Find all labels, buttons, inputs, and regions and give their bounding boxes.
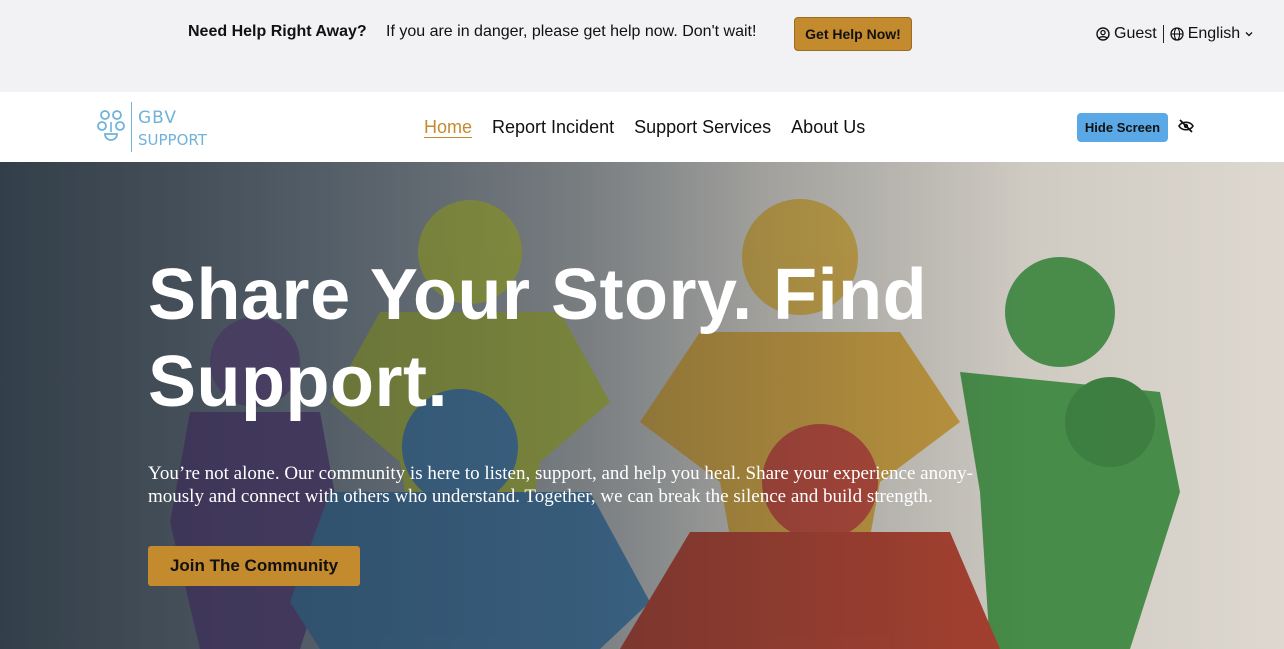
nav-item-support-services[interactable]: Support Services (634, 117, 771, 138)
language-label: English (1187, 25, 1241, 42)
user-circle-icon (1096, 27, 1110, 41)
nav-item-home[interactable]: Home (424, 117, 472, 138)
hero-title: Share Your Story. Find Support. (148, 255, 928, 422)
hands-heart-logo-icon (97, 108, 127, 153)
logo-divider (131, 102, 132, 152)
alert-text: If you are in danger, please get help no… (386, 23, 757, 40)
join-community-button[interactable]: Join The Community (148, 546, 360, 586)
eye-off-icon[interactable] (1178, 119, 1194, 138)
nav-item-report-incident[interactable]: Report Incident (492, 117, 614, 138)
user-menu: Guest English (1096, 25, 1254, 43)
user-menu-divider (1162, 25, 1164, 43)
main-navbar: GBV SUPPORT Home Report Incident Support… (0, 92, 1284, 162)
hero-section: Share Your Story. Find Support. You’re n… (0, 162, 1284, 649)
gbv-support-logo[interactable]: GBV SUPPORT (97, 102, 207, 152)
get-help-now-button[interactable]: Get Help Now! (794, 17, 912, 51)
guest-account-button[interactable]: Guest (1096, 25, 1157, 43)
guest-label: Guest (1114, 25, 1157, 42)
logo-text-support: SUPPORT (138, 131, 207, 149)
hide-screen-button[interactable]: Hide Screen (1077, 113, 1168, 142)
hero-description: You’re not alone. Our community is here … (148, 463, 973, 507)
logo-text-gbv: GBV (138, 108, 177, 128)
chevron-down-icon (1244, 29, 1254, 39)
alert-title: Need Help Right Away? (188, 23, 367, 40)
globe-icon (1170, 27, 1184, 41)
nav-item-about-us[interactable]: About Us (791, 117, 865, 138)
primary-navigation: Home Report Incident Support Services Ab… (424, 117, 865, 138)
emergency-alert-bar: Need Help Right Away? If you are in dang… (0, 0, 1284, 92)
language-selector[interactable]: English (1170, 25, 1254, 43)
